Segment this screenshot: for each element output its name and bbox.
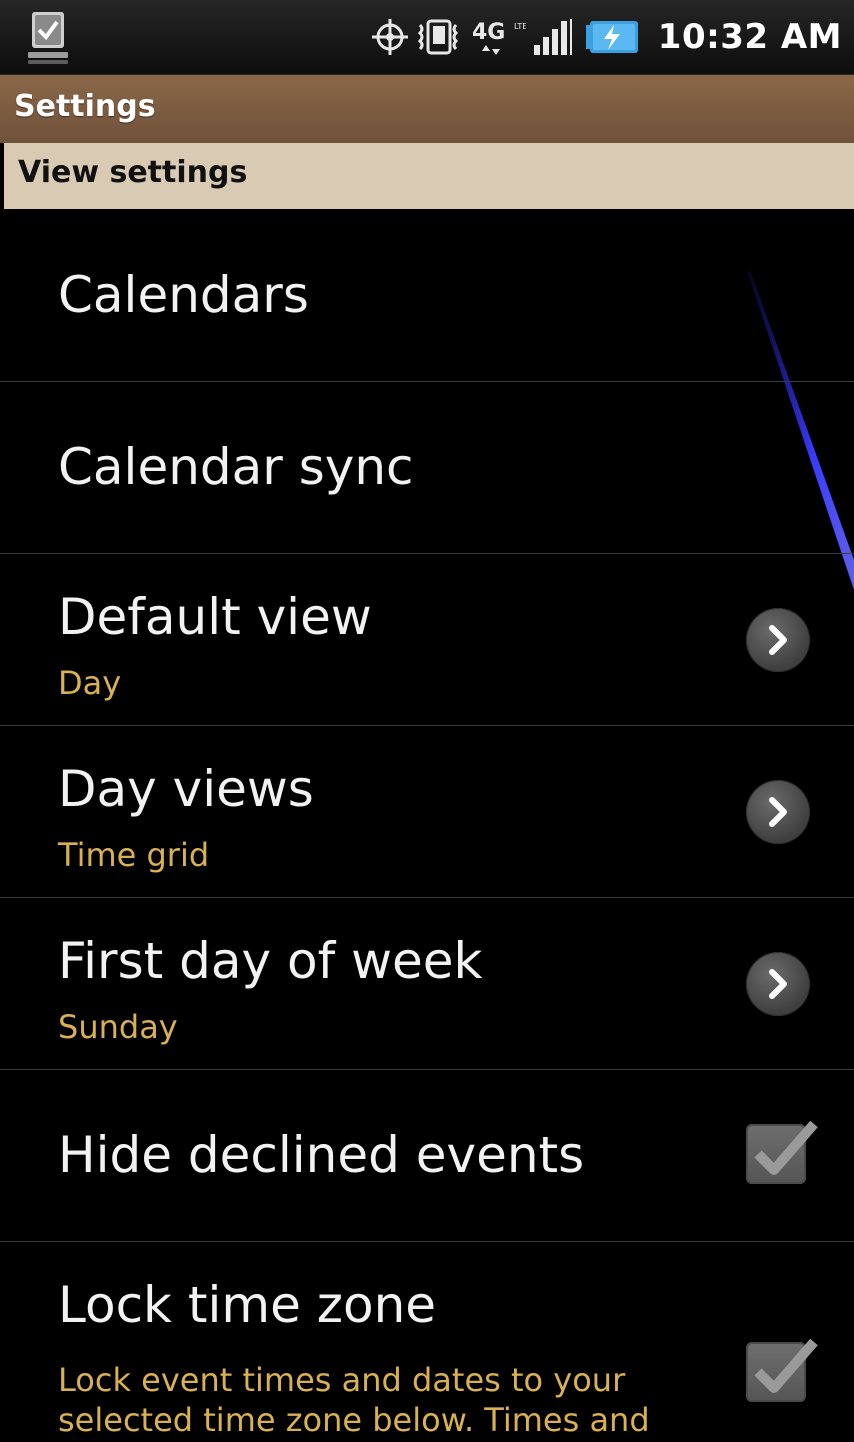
setting-summary: Time grid — [58, 836, 210, 874]
chevron-right-icon[interactable] — [746, 952, 810, 1016]
setting-first-day-of-week[interactable]: First day of week Sunday — [0, 898, 854, 1070]
checkbox-checked-icon[interactable] — [746, 1120, 818, 1184]
setting-calendar-sync[interactable]: Calendar sync — [0, 382, 854, 554]
network-4g-lte-icon: 4G LTE — [470, 15, 526, 59]
setting-calendars[interactable]: Calendars — [0, 210, 854, 382]
setting-day-views[interactable]: Day views Time grid — [0, 726, 854, 898]
setting-title: Hide declined events — [58, 1126, 585, 1184]
setting-summary: Lock event times and dates to your selec… — [58, 1361, 650, 1439]
status-time: 10:32 AM — [657, 17, 842, 57]
setting-title: Default view — [58, 588, 372, 646]
setting-title: First day of week — [58, 932, 483, 990]
chevron-right-icon[interactable] — [746, 608, 810, 672]
signal-strength-icon — [532, 17, 578, 57]
setting-title: Calendars — [58, 266, 309, 324]
gps-icon — [370, 17, 410, 57]
setting-title: Calendar sync — [58, 438, 414, 496]
vibrate-icon — [416, 17, 464, 57]
svg-text:LTE: LTE — [514, 22, 526, 31]
section-title: View settings — [18, 155, 248, 190]
setting-hide-declined-events[interactable]: Hide declined events — [0, 1070, 854, 1242]
setting-summary: Day — [58, 664, 122, 702]
status-icons: 4G LTE 10:32 AM — [370, 0, 842, 74]
setting-title: Day views — [58, 760, 314, 818]
battery-charging-icon — [584, 17, 640, 57]
svg-text:4G: 4G — [472, 20, 505, 45]
chevron-right-icon[interactable] — [746, 780, 810, 844]
setting-title: Lock time zone — [58, 1276, 437, 1334]
setting-default-view[interactable]: Default view Day — [0, 554, 854, 726]
checkbox-checked-icon[interactable] — [746, 1338, 818, 1402]
section-header: View settings — [4, 143, 854, 209]
setting-summary: Sunday — [58, 1008, 178, 1046]
download-complete-icon — [26, 10, 70, 66]
setting-lock-time-zone[interactable]: Lock time zone Lock event times and date… — [0, 1242, 854, 1442]
settings-list: Calendars Calendar sync Default view Day… — [0, 210, 854, 1442]
title-bar: Settings — [0, 75, 854, 143]
page-title: Settings — [14, 89, 156, 124]
status-bar: 4G LTE 10:32 AM — [0, 0, 854, 75]
